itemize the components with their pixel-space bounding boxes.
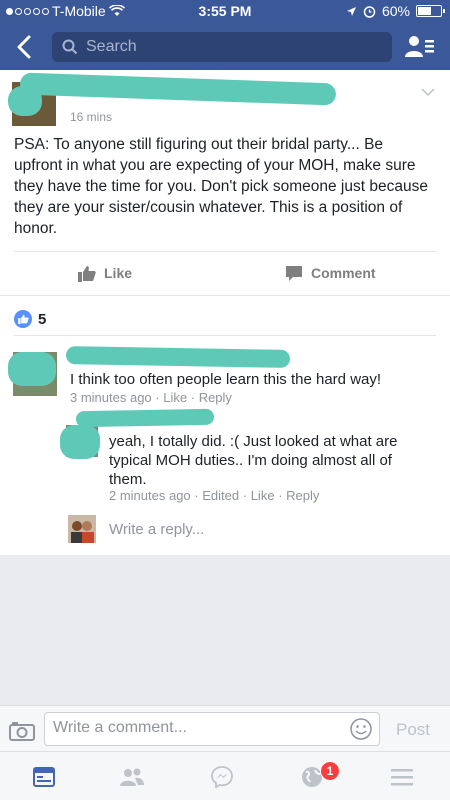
reply-reply-link[interactable]: Reply [286,488,319,503]
post-button[interactable]: Post [396,720,430,740]
search-icon [62,39,78,55]
comment-bubble-icon [286,265,302,281]
like-label: Like [104,265,133,281]
comment-input[interactable] [53,719,343,737]
status-right: 60% [346,3,445,19]
tab-bar: 1 [0,751,450,800]
reaction-summary[interactable]: 5 [14,310,46,328]
reply-time[interactable]: 2 minutes ago [109,488,191,503]
alarm-icon [363,5,376,18]
reply-like-link[interactable]: Like [251,488,275,503]
notification-badge: 1 [320,761,340,781]
tab-messenger[interactable] [202,762,242,792]
comment-meta: 3 minutes ago · Like · Reply [70,390,232,405]
like-reaction-icon [14,310,32,328]
reaction-count: 5 [38,310,47,328]
messenger-icon [211,766,233,788]
write-reply-input[interactable]: Write a reply... [109,521,204,538]
redaction-mark [8,86,42,116]
battery-icon [416,5,445,17]
back-chevron-icon[interactable] [14,34,42,62]
current-user-avatar [68,515,96,543]
comment-reply-link[interactable]: Reply [199,390,232,405]
battery-percent: 60% [381,3,410,19]
tab-menu[interactable] [382,762,422,792]
friend-requests-icon[interactable] [404,33,436,61]
news-feed-icon [33,767,55,787]
post-card: 16 mins PSA: To anyone still figuring ou… [0,70,450,555]
post-timestamp[interactable]: 16 mins [70,110,112,124]
edited-label[interactable]: Edited [202,488,239,503]
search-input[interactable] [86,38,376,56]
redaction-mark [60,425,100,459]
reply-text: yeah, I totally did. :( Just looked at w… [109,433,398,488]
redaction-mark [19,72,337,106]
status-bar: T-Mobile 3:55 PM 60% [0,0,450,22]
comment-text: I think too often people learn this the … [70,371,382,388]
location-arrow-icon [346,6,356,16]
comment-label: Comment [311,265,376,281]
comment-like-link[interactable]: Like [163,390,187,405]
redaction-mark [75,408,215,428]
thumbs-up-icon [78,265,96,282]
smiley-icon[interactable] [350,718,372,740]
chevron-down-icon[interactable] [420,84,436,100]
comment-time[interactable]: 3 minutes ago [70,390,152,405]
redaction-mark [8,352,56,386]
redaction-mark [65,346,291,368]
divider [0,295,450,296]
hamburger-menu-icon [391,769,413,786]
tab-friends[interactable] [112,762,152,792]
comment-button[interactable]: Comment [285,263,376,283]
camera-icon[interactable] [9,721,35,741]
divider [14,251,436,252]
search-bar[interactable] [52,32,392,62]
like-button[interactable]: Like [78,263,132,283]
comment-composer: Post [0,705,450,751]
divider [14,335,436,336]
tab-news-feed[interactable] [24,762,64,792]
post-body: PSA: To anyone still figuring out their … [14,136,428,237]
friends-icon [120,768,144,786]
reply-meta: 2 minutes ago · Edited · Like · Reply [109,488,320,503]
navigation-bar: T-Mobile 3:55 PM 60% [0,0,450,70]
comment-field[interactable] [44,712,380,746]
